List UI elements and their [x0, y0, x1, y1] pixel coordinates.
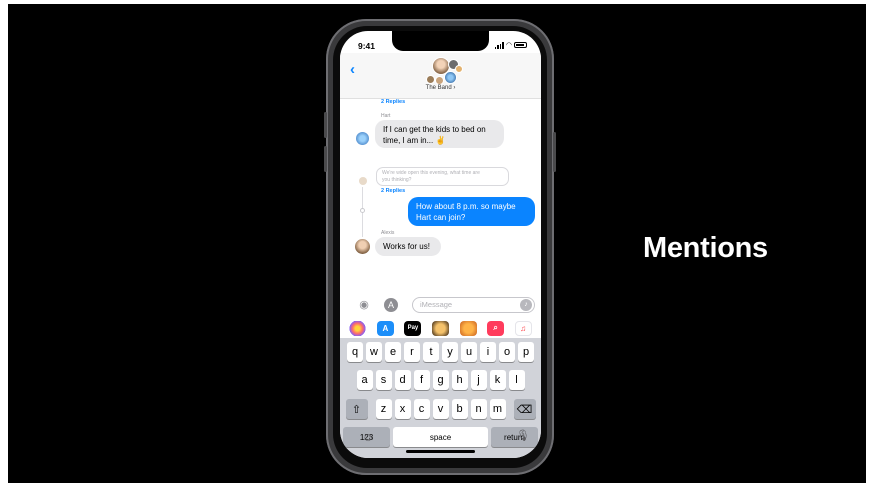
avatar — [356, 132, 369, 145]
key-z[interactable]: z — [375, 399, 392, 419]
key-s[interactable]: s — [375, 370, 392, 390]
group-avatars[interactable] — [422, 57, 463, 85]
key-f[interactable]: f — [413, 370, 430, 390]
message-input-placeholder: iMessage — [420, 300, 453, 309]
app-drawer: A Pay ⌕ ♫ — [340, 318, 541, 338]
avatar — [455, 65, 463, 73]
quoted-message[interactable]: We're wide open this evening, what time … — [376, 167, 509, 186]
signal-icon — [494, 42, 504, 49]
images-app-icon[interactable]: ⌕ — [487, 320, 505, 336]
camera-icon[interactable]: ◉ — [356, 298, 372, 312]
key-l[interactable]: l — [508, 370, 525, 390]
key-h[interactable]: h — [451, 370, 468, 390]
replies-link[interactable]: 2 Replies — [381, 99, 405, 105]
key-d[interactable]: d — [394, 370, 411, 390]
wifi-icon: ◠ — [505, 42, 512, 49]
key-k[interactable]: k — [489, 370, 506, 390]
key-x[interactable]: x — [394, 399, 411, 419]
key-o[interactable]: o — [499, 342, 515, 362]
group-name[interactable]: The Band › — [340, 85, 541, 91]
sender-name: Hart — [381, 113, 391, 119]
key-c[interactable]: c — [413, 399, 430, 419]
status-time: 9:41 — [358, 41, 376, 51]
photos-app-icon[interactable] — [349, 320, 367, 336]
keyboard-letters: zxcvbnm — [375, 399, 506, 419]
message-text: If I can get the kids to bed on — [383, 125, 486, 134]
avatar — [359, 177, 367, 185]
key-r[interactable]: r — [404, 342, 420, 362]
thread-dot — [360, 208, 365, 213]
key-b[interactable]: b — [451, 399, 468, 419]
key-t[interactable]: t — [423, 342, 439, 362]
keyboard-row: asdfghjkl — [340, 370, 541, 390]
audio-icon[interactable]: ♪ — [520, 299, 532, 311]
key-v[interactable]: v — [432, 399, 449, 419]
replies-link[interactable]: 2 Replies — [381, 188, 405, 194]
notch — [392, 31, 489, 51]
space-key[interactable]: space — [393, 427, 488, 447]
input-bar: ◉ A iMessage ♪ — [340, 295, 541, 316]
key-m[interactable]: m — [489, 399, 506, 419]
memoji-app-icon[interactable] — [431, 320, 449, 336]
status-icons: ◠ — [494, 41, 527, 49]
message-bubble-outgoing[interactable]: How about 8 p.m. so maybe Hart can join? — [408, 197, 535, 226]
slide-title: Mentions — [643, 232, 768, 264]
battery-icon — [514, 42, 527, 48]
volume-button — [324, 112, 327, 138]
key-a[interactable]: a — [356, 370, 373, 390]
music-app-icon[interactable]: ♫ — [514, 320, 532, 336]
avatar — [444, 71, 457, 84]
message-input[interactable]: iMessage ♪ — [412, 297, 535, 313]
quoted-text: you thinking? — [382, 177, 412, 183]
avatar — [426, 75, 435, 84]
key-q[interactable]: q — [347, 342, 363, 362]
message-text: Works for us! — [383, 242, 430, 251]
power-button — [553, 132, 556, 172]
keyboard-row: ⇧ zxcvbnm ⌫ — [340, 399, 541, 419]
key-e[interactable]: e — [385, 342, 401, 362]
message-text: time, I am in... ✌ — [383, 136, 446, 145]
apple-pay-app-icon[interactable]: Pay — [404, 320, 422, 336]
delete-key[interactable]: ⌫ — [513, 399, 536, 419]
volume-button — [324, 146, 327, 172]
conversation-header: ‹ The Band › — [340, 53, 541, 99]
key-n[interactable]: n — [470, 399, 487, 419]
key-u[interactable]: u — [461, 342, 477, 362]
message-text: Hart can join? — [416, 213, 466, 222]
shift-key[interactable]: ⇧ — [345, 399, 368, 419]
message-bubble-incoming[interactable]: If I can get the kids to bed on time, I … — [375, 120, 504, 148]
phone-screen: 9:41 ◠ ‹ The Band › 2 Replies Hart If I … — [340, 31, 541, 458]
key-y[interactable]: y — [442, 342, 458, 362]
keyboard-row: qwertyuiop — [340, 342, 541, 362]
message-text: How about 8 p.m. so maybe — [416, 202, 516, 211]
key-p[interactable]: p — [518, 342, 534, 362]
avatar — [355, 239, 370, 254]
avatar — [435, 76, 444, 85]
home-indicator — [406, 450, 475, 453]
app-store-app-icon[interactable]: A — [376, 320, 394, 336]
key-i[interactable]: i — [480, 342, 496, 362]
back-button[interactable]: ‹ — [350, 61, 355, 78]
sender-name: Alexis — [381, 230, 395, 236]
message-bubble-incoming[interactable]: Works for us! — [375, 237, 441, 256]
emoji-icon[interactable]: ☺ — [362, 430, 374, 444]
microphone-icon[interactable]: 🎙 — [516, 429, 530, 442]
animoji-app-icon[interactable] — [459, 320, 477, 336]
apple-pay-label: Pay — [407, 325, 419, 331]
app-store-icon[interactable]: A — [384, 298, 398, 312]
key-g[interactable]: g — [432, 370, 449, 390]
key-w[interactable]: w — [366, 342, 382, 362]
key-j[interactable]: j — [470, 370, 487, 390]
quoted-text: We're wide open this evening, what time … — [382, 170, 480, 176]
return-key[interactable]: return — [491, 427, 538, 447]
